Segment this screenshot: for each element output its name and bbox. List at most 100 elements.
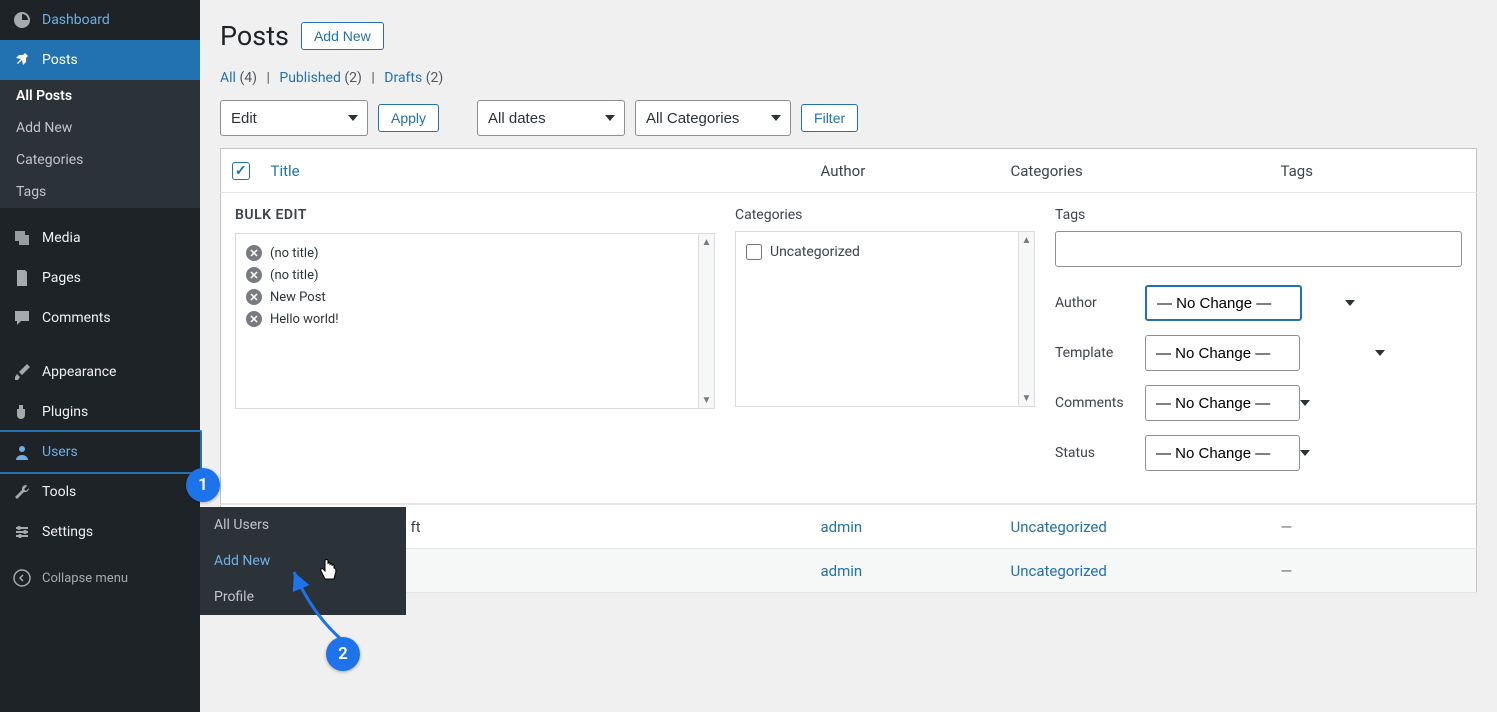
actions-row: Edit Apply All dates All Categories Filt…	[220, 100, 1477, 136]
template-select[interactable]: — No Change —	[1145, 335, 1300, 371]
page-icon	[12, 268, 32, 288]
users-flyout: All Users Add New Profile	[200, 507, 406, 615]
sidebar-item-label: Comments	[42, 310, 111, 326]
tags-value: —	[1281, 518, 1293, 536]
scroll-up-icon[interactable]: ▲	[1019, 232, 1034, 248]
sidebar-item-tools[interactable]: Tools	[0, 472, 200, 512]
author-select[interactable]: — No Change —	[1145, 285, 1302, 321]
sidebar-item-label: Pages	[42, 270, 81, 286]
status-all-link[interactable]: All	[220, 70, 236, 86]
bulk-tags-label: Tags	[1055, 207, 1462, 223]
flyout-all-users[interactable]: All Users	[200, 507, 406, 543]
remove-icon[interactable]: ✕	[246, 289, 262, 305]
pin-icon	[12, 50, 32, 70]
status-published-count: (2)	[344, 70, 362, 86]
comments-select[interactable]: — No Change —	[1145, 385, 1300, 421]
sidebar-item-dashboard[interactable]: Dashboard	[0, 0, 200, 40]
sidebar-item-appearance[interactable]: Appearance	[0, 352, 200, 392]
submenu-categories[interactable]: Categories	[0, 144, 200, 176]
sidebar-item-label: Dashboard	[42, 12, 110, 28]
tags-input[interactable]	[1055, 231, 1462, 267]
sidebar-item-label: Plugins	[42, 404, 88, 420]
status-select[interactable]: — No Change —	[1145, 435, 1300, 471]
status-published-link[interactable]: Published	[279, 70, 340, 86]
bulk-items-list: ✕(no title) ✕(no title) ✕New Post ✕Hello…	[235, 233, 715, 409]
status-all-count: (4)	[239, 70, 257, 86]
collapse-icon	[12, 568, 32, 588]
plug-icon	[12, 402, 32, 422]
table-row: (no t — Draft admin Uncategorized —	[221, 549, 1477, 593]
author-link[interactable]: admin	[821, 562, 863, 580]
page-header: Posts Add New	[220, 20, 1477, 52]
dashboard-icon	[12, 10, 32, 30]
remove-icon[interactable]: ✕	[246, 245, 262, 261]
flyout-add-new[interactable]: Add New	[200, 543, 406, 579]
scrollbar[interactable]: ▲ ▼	[1018, 232, 1034, 406]
scroll-down-icon[interactable]: ▼	[699, 392, 714, 408]
remove-icon[interactable]: ✕	[246, 311, 262, 327]
sidebar-item-media[interactable]: Media	[0, 218, 200, 258]
author-link[interactable]: admin	[821, 518, 863, 536]
user-icon	[12, 442, 32, 462]
bulk-categories-label: Categories	[735, 207, 1035, 223]
sidebar-item-plugins[interactable]: Plugins	[0, 392, 200, 432]
bulk-item[interactable]: ✕New Post	[246, 286, 694, 308]
status-drafts-link[interactable]: Drafts	[384, 70, 422, 86]
bulk-item[interactable]: ✕Hello world!	[246, 308, 694, 330]
comment-icon	[12, 308, 32, 328]
select-all-header	[221, 149, 261, 193]
sidebar-item-users[interactable]: Users	[0, 430, 202, 474]
status-drafts-count: (2)	[426, 70, 444, 86]
category-link[interactable]: Uncategorized	[1011, 518, 1107, 536]
annotation-badge-2: 2	[326, 637, 360, 671]
bulk-edit-panel: BULK EDIT ✕(no title) ✕(no title) ✕New P…	[221, 193, 1476, 504]
bulk-action-select[interactable]: Edit	[220, 100, 368, 136]
sidebar-item-label: Tools	[42, 484, 76, 500]
sidebar-item-label: Settings	[42, 524, 93, 540]
sidebar-item-label: Appearance	[42, 364, 116, 380]
sidebar-item-label: Media	[42, 230, 81, 246]
bulk-categories-box: Uncategorized ▲ ▼	[735, 231, 1035, 407]
flyout-profile[interactable]: Profile	[200, 579, 406, 615]
category-link[interactable]: Uncategorized	[1011, 562, 1107, 580]
page-title: Posts	[220, 20, 289, 52]
scrollbar[interactable]: ▲ ▼	[698, 234, 714, 408]
template-label: Template	[1055, 345, 1145, 361]
col-tags: Tags	[1271, 149, 1477, 193]
category-filter-select[interactable]: All Categories	[635, 100, 791, 136]
add-new-button[interactable]: Add New	[301, 22, 384, 50]
col-title[interactable]: Title	[271, 162, 300, 180]
scroll-up-icon[interactable]: ▲	[699, 234, 714, 250]
collapse-menu[interactable]: Collapse menu	[0, 558, 200, 598]
wrench-icon	[12, 482, 32, 502]
sidebar-item-comments[interactable]: Comments	[0, 298, 200, 338]
sidebar-item-label: Posts	[42, 52, 78, 68]
bulk-item[interactable]: ✕(no title)	[246, 242, 694, 264]
filter-button[interactable]: Filter	[801, 104, 858, 132]
sidebar-item-pages[interactable]: Pages	[0, 258, 200, 298]
bulk-item[interactable]: ✕(no title)	[246, 264, 694, 286]
annotation-badge-1: 1	[186, 468, 220, 502]
category-checkbox[interactable]	[746, 244, 762, 260]
posts-table: Title Author Categories Tags BULK EDIT	[220, 148, 1477, 593]
submenu-add-new[interactable]: Add New	[0, 112, 200, 144]
submenu-all-posts[interactable]: All Posts	[0, 80, 200, 112]
apply-button[interactable]: Apply	[378, 104, 439, 132]
select-all-checkbox[interactable]	[232, 162, 250, 180]
scroll-down-icon[interactable]: ▼	[1019, 390, 1034, 406]
posts-submenu: All Posts Add New Categories Tags	[0, 80, 200, 208]
comments-label: Comments	[1055, 395, 1145, 411]
submenu-tags[interactable]: Tags	[0, 176, 200, 208]
media-icon	[12, 228, 32, 248]
collapse-label: Collapse menu	[42, 571, 128, 586]
col-author: Author	[811, 149, 1001, 193]
category-option[interactable]: Uncategorized	[746, 240, 1014, 264]
brush-icon	[12, 362, 32, 382]
settings-icon	[12, 522, 32, 542]
sidebar-item-settings[interactable]: Settings	[0, 512, 200, 552]
author-label: Author	[1055, 295, 1145, 311]
remove-icon[interactable]: ✕	[246, 267, 262, 283]
sidebar-item-posts[interactable]: Posts	[0, 40, 200, 80]
sidebar-item-label: Users	[42, 444, 78, 460]
date-filter-select[interactable]: All dates	[477, 100, 625, 136]
